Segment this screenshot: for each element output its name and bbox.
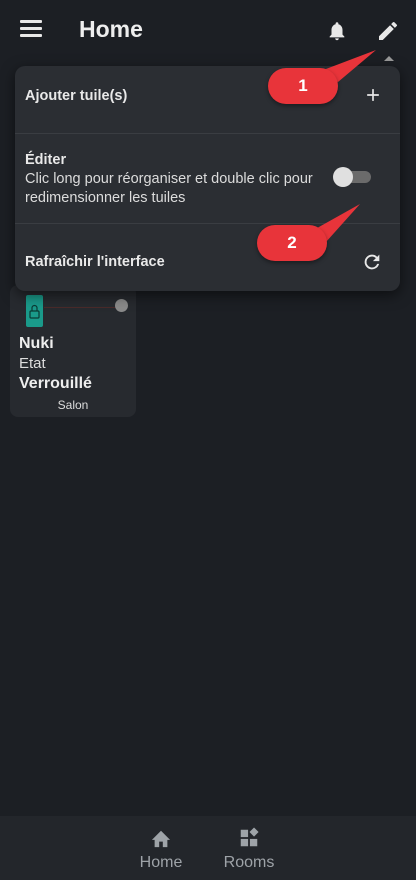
nav-rooms-label: Rooms — [223, 854, 275, 871]
nav-home-label: Home — [139, 854, 183, 871]
bottom-navigation: Home Rooms — [0, 816, 416, 880]
home-icon — [151, 830, 171, 848]
callout-2: 2 — [257, 225, 327, 261]
callout-1: 1 — [268, 68, 338, 104]
nav-rooms[interactable]: Rooms — [214, 816, 284, 880]
annotation-arrows — [310, 50, 376, 242]
dashboard-icon — [240, 827, 259, 847]
nav-home[interactable]: Home — [126, 816, 196, 880]
